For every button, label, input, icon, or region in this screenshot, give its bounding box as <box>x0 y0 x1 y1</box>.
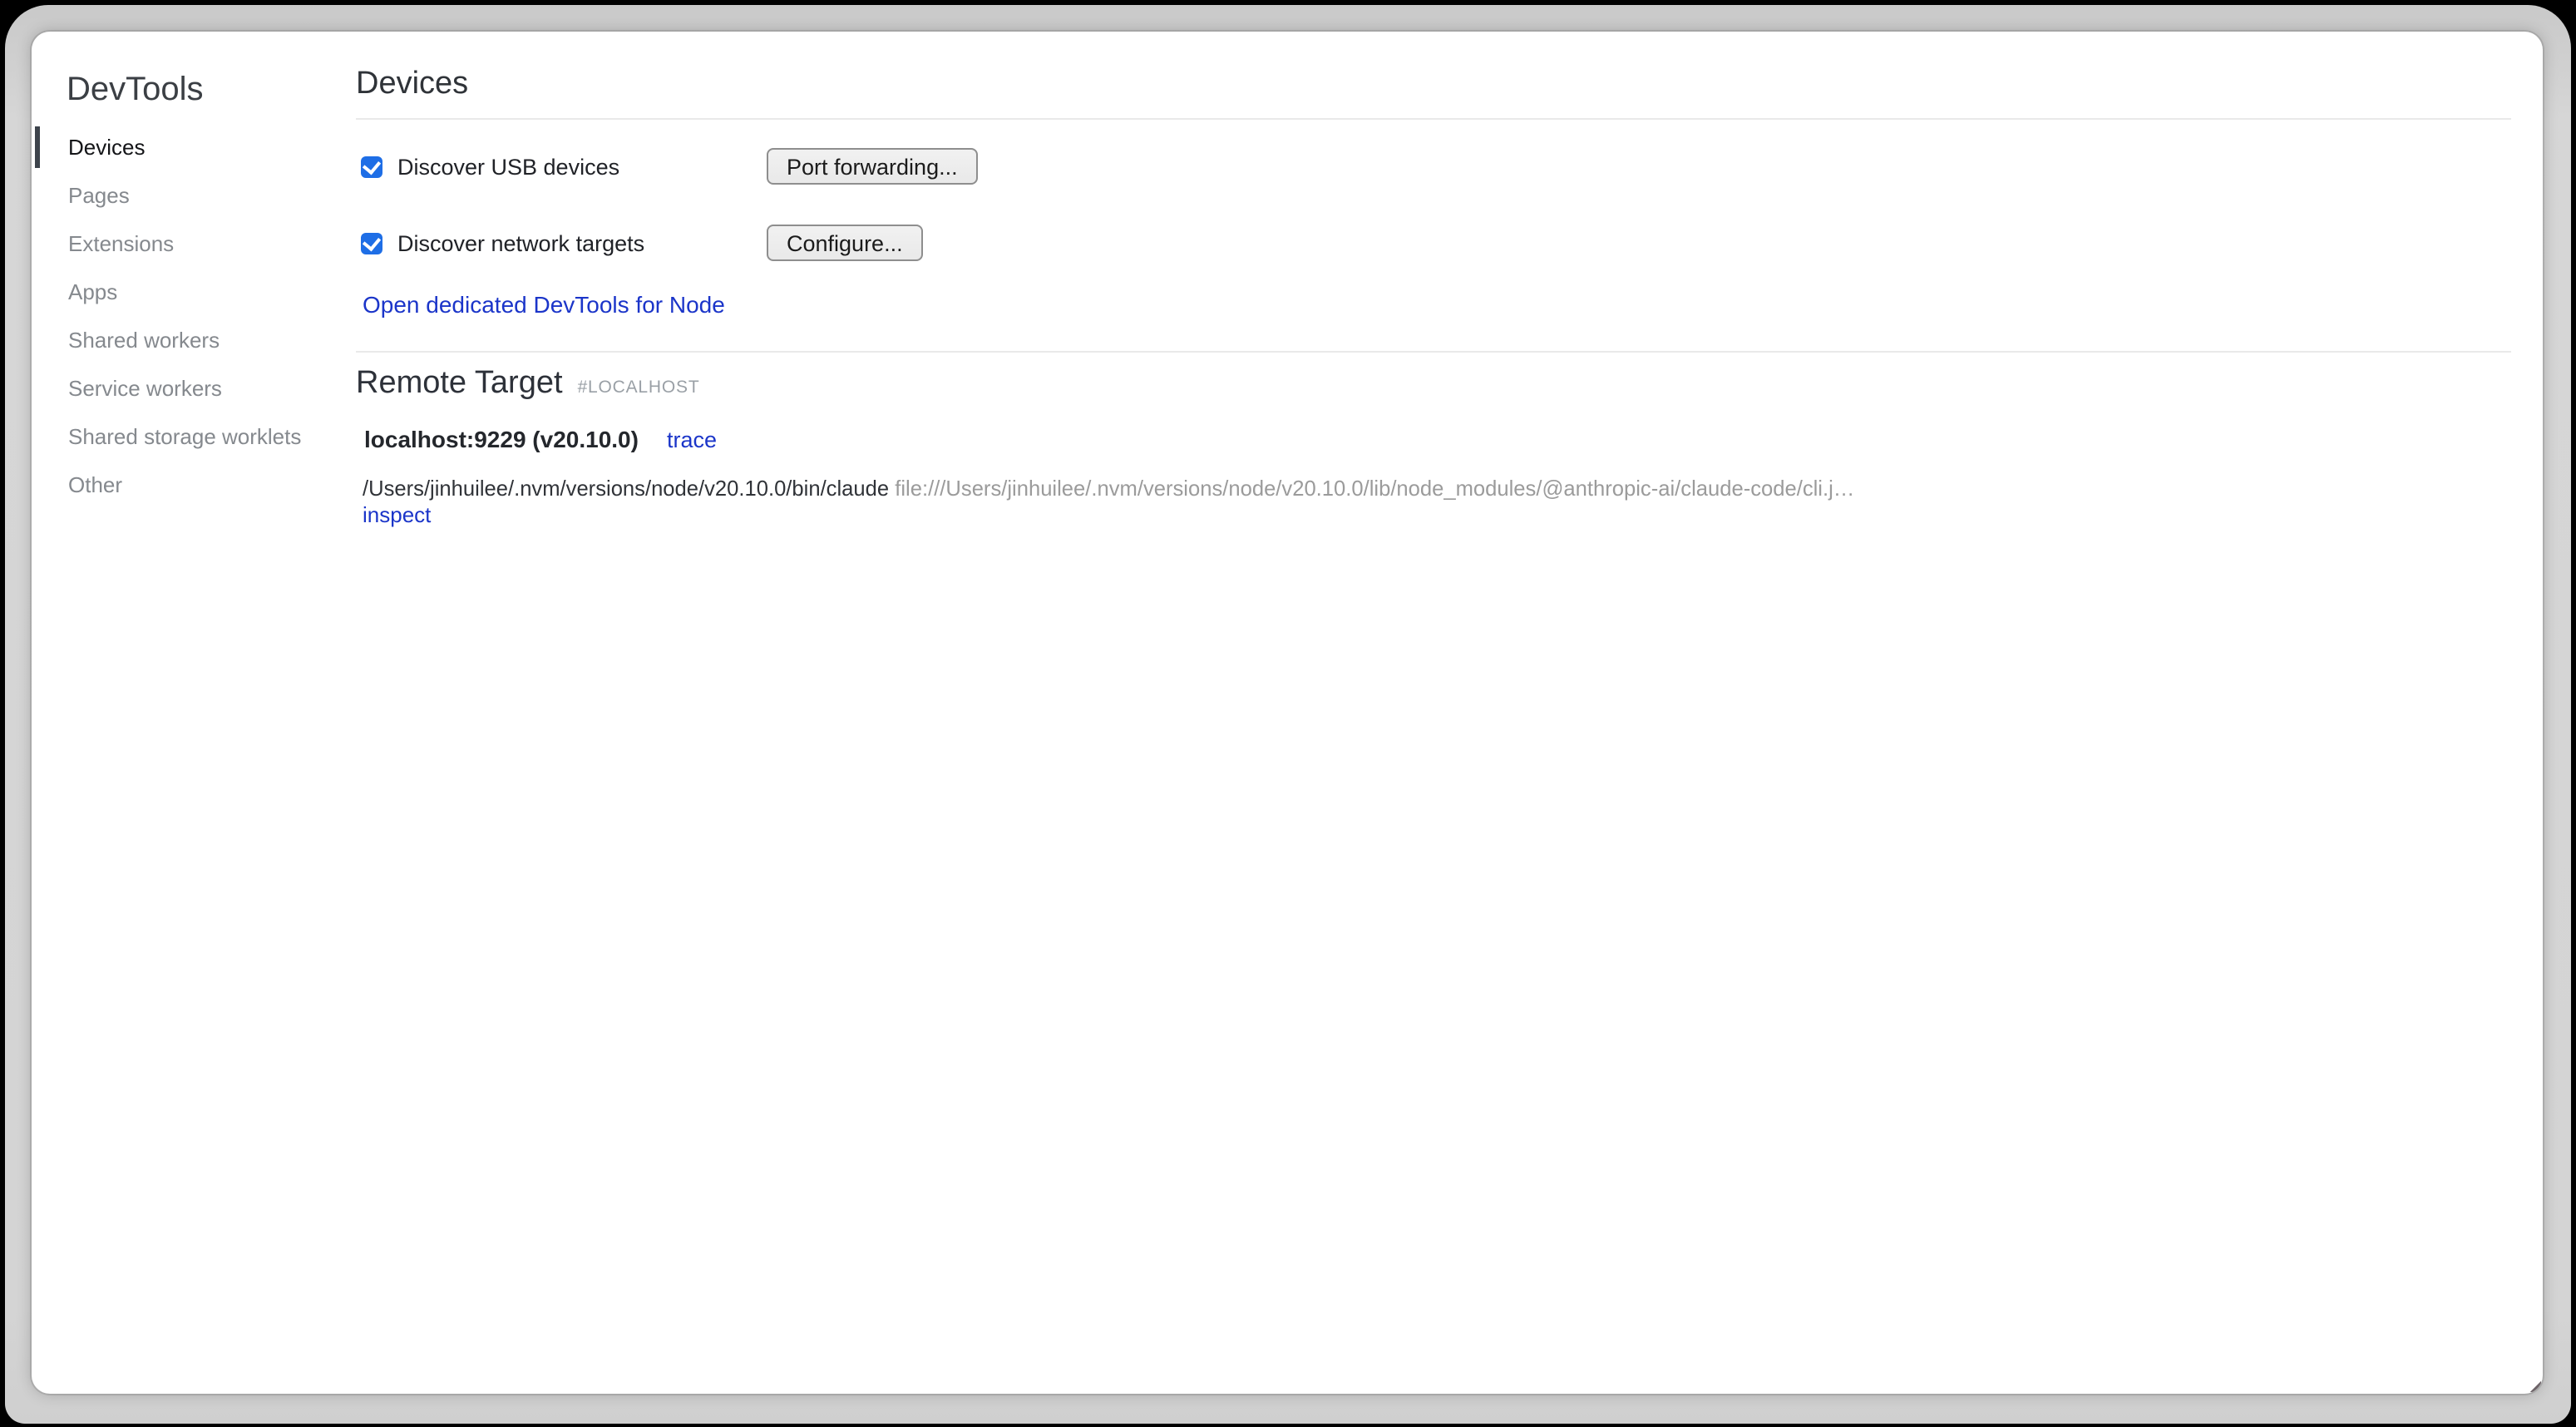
discover-usb-row: Discover USB devices Port forwarding... <box>356 146 2511 186</box>
configure-button[interactable]: Configure... <box>767 225 923 261</box>
open-node-devtools-link[interactable]: Open dedicated DevTools for Node <box>363 291 725 318</box>
trace-link[interactable]: trace <box>667 427 717 452</box>
node-devtools-row: Open dedicated DevTools for Node <box>356 291 2511 319</box>
sidebar: DevTools Devices Pages Extensions Apps S… <box>32 32 356 1394</box>
sidebar-item-service-workers[interactable]: Service workers <box>32 364 356 412</box>
sidebar-item-shared-storage-worklets[interactable]: Shared storage worklets <box>32 412 356 461</box>
sidebar-item-extensions[interactable]: Extensions <box>32 220 356 268</box>
main-panel: Devices Discover USB devices Port forwar… <box>356 32 2511 529</box>
sidebar-item-pages[interactable]: Pages <box>32 171 356 220</box>
target-path-line: /Users/jinhuilee/.nvm/versions/node/v20.… <box>363 476 2511 502</box>
discover-usb-label[interactable]: Discover USB devices <box>397 154 619 179</box>
inspect-link[interactable]: inspect <box>363 502 431 527</box>
screen: DevTools Devices Pages Extensions Apps S… <box>0 0 2576 1427</box>
sidebar-item-devices[interactable]: Devices <box>32 123 356 171</box>
sidebar-item-apps[interactable]: Apps <box>32 268 356 316</box>
sidebar-item-shared-workers[interactable]: Shared workers <box>32 316 356 364</box>
remote-target-title: Remote Target #LOCALHOST <box>356 366 2511 406</box>
resize-grip-icon[interactable] <box>2529 1380 2541 1392</box>
discover-network-row: Discover network targets Configure... <box>356 223 2511 263</box>
inspect-row: inspect <box>363 502 2511 529</box>
window-frame: DevTools Devices Pages Extensions Apps S… <box>5 5 2571 1424</box>
discover-usb-checkbox check-icon[interactable] <box>361 156 382 177</box>
target-details: /Users/jinhuilee/.nvm/versions/node/v20.… <box>363 476 2511 529</box>
localhost-tag: #LOCALHOST <box>578 378 700 397</box>
discover-network-checkbox check-icon[interactable] <box>361 232 382 254</box>
sidebar-nav: Devices Pages Extensions Apps Shared wor… <box>32 123 356 509</box>
module-url: file:///Users/jinhuilee/.nvm/versions/no… <box>895 476 1854 501</box>
sidebar-item-other[interactable]: Other <box>32 461 356 509</box>
port-forwarding-button[interactable]: Port forwarding... <box>767 148 978 185</box>
target-row: localhost:9229 (v20.10.0) trace <box>364 426 2511 454</box>
remote-target-heading-text: Remote Target <box>356 366 563 401</box>
page-title: Devices <box>356 67 2511 103</box>
divider <box>356 118 2511 120</box>
process-path: /Users/jinhuilee/.nvm/versions/node/v20.… <box>363 476 889 501</box>
app-title: DevTools <box>67 70 356 110</box>
target-name: localhost:9229 (v20.10.0) <box>364 426 639 452</box>
devtools-inspect-page: DevTools Devices Pages Extensions Apps S… <box>32 32 2543 1394</box>
discover-network-label[interactable]: Discover network targets <box>397 230 644 255</box>
divider <box>356 351 2511 353</box>
